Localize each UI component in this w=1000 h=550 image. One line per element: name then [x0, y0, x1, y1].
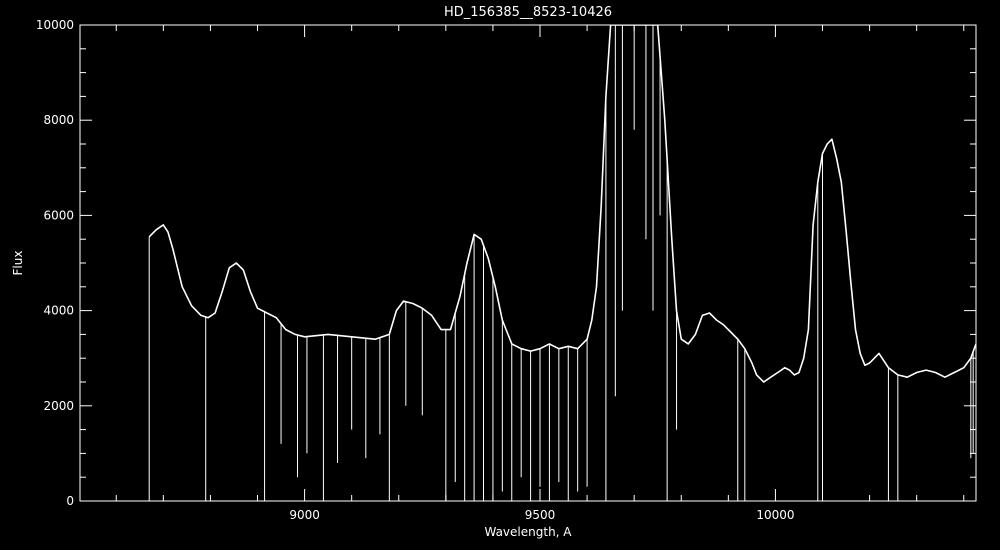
- y-tick-label: 4000: [43, 304, 74, 318]
- x-tick-label: 10000: [756, 508, 794, 522]
- x-axis-title: Wavelength, A: [484, 525, 572, 539]
- spectrum-chart: HD_156385__8523-10426 Wavelength, A Flux…: [0, 0, 1000, 550]
- chart-title: HD_156385__8523-10426: [444, 5, 612, 20]
- y-tick-label: 2000: [43, 399, 74, 413]
- y-tick-label: 0: [66, 494, 74, 508]
- y-tick-label: 10000: [36, 18, 74, 32]
- y-tick-label: 6000: [43, 208, 74, 222]
- x-tick-label: 9500: [525, 508, 556, 522]
- y-axis-title: Flux: [11, 251, 25, 276]
- x-tick-label: 9000: [289, 508, 320, 522]
- y-tick-label: 8000: [43, 113, 74, 127]
